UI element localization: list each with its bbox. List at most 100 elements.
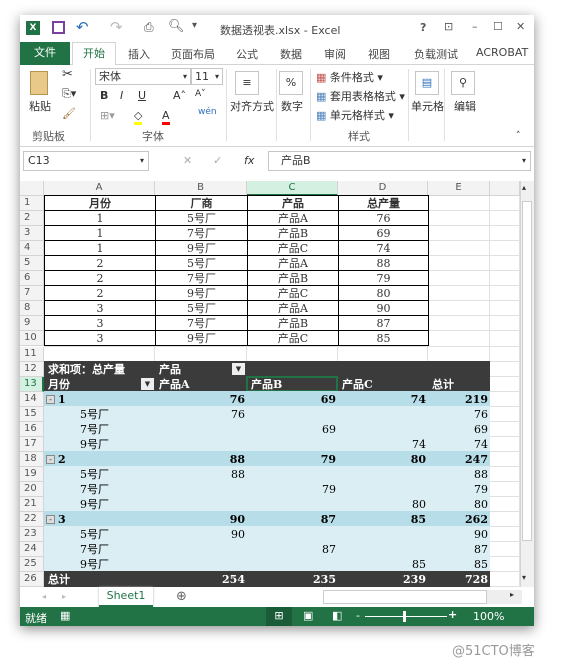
save-icon[interactable] <box>52 21 65 34</box>
pivot-value-cell[interactable]: 262 <box>428 512 490 527</box>
scroll-thumb[interactable] <box>522 201 532 541</box>
table-cell[interactable]: 7号厂 <box>155 225 248 242</box>
table-cell[interactable]: 2 <box>44 270 156 287</box>
enter-icon[interactable]: ✓ <box>213 154 222 167</box>
pivot-value-cell[interactable]: 74 <box>428 437 490 452</box>
scroll-up-icon[interactable]: ▴ <box>522 183 526 192</box>
copy-icon[interactable]: ⎘▾ <box>62 87 76 101</box>
table-cell[interactable]: 74 <box>338 240 429 257</box>
row-header-4[interactable]: 4 <box>20 241 44 257</box>
pivot-value-cell[interactable]: 254 <box>155 572 247 587</box>
name-box[interactable]: C13 ▾ <box>23 151 149 171</box>
row-header-9[interactable]: 9 <box>20 316 44 332</box>
spreadsheet-grid[interactable]: A B C D E 1 2 3 4 5 6 7 8 9 10 11 12 13 14 15 16 17 18 19 20 21 22… <box>20 181 520 587</box>
add-sheet-icon[interactable]: ⊕ <box>176 589 187 604</box>
pivot-value-cell[interactable]: 79 <box>428 482 490 497</box>
table-cell[interactable]: 1 <box>44 225 156 242</box>
font-name-select[interactable]: 宋体 ▾ <box>95 68 191 85</box>
pivot-value-cell[interactable]: 74 <box>338 437 428 452</box>
tab-data[interactable]: 数据 <box>280 46 302 62</box>
collapse-icon[interactable]: - <box>46 394 55 404</box>
pivot-value-cell[interactable]: 88 <box>428 467 490 482</box>
pivot-value-cell[interactable]: 79 <box>247 482 338 497</box>
row-header-15[interactable]: 15 <box>20 406 44 422</box>
undo-icon[interactable]: ↶ <box>76 18 89 36</box>
column-header-B[interactable]: B <box>155 181 247 196</box>
pivot-row-label[interactable]: 5号厂 <box>78 407 111 422</box>
ribbon-display-icon[interactable]: ⊡ <box>444 20 453 33</box>
row-header-10[interactable]: 10 <box>20 331 44 347</box>
table-cell[interactable]: 产品B <box>247 315 339 332</box>
table-cell[interactable]: 产品B <box>247 225 339 242</box>
increase-font-icon[interactable]: A˄ <box>173 89 186 102</box>
pivot-column-header[interactable]: 总计 <box>430 377 456 392</box>
page-break-view-icon[interactable]: ◧ <box>332 609 342 622</box>
borders-icon[interactable]: ⊞▾ <box>100 109 115 122</box>
table-cell[interactable]: 产品C <box>247 330 339 347</box>
table-cell[interactable]: 月份 <box>44 195 156 211</box>
pivot-row-label[interactable]: 9号厂 <box>78 437 111 452</box>
pivot-value-cell[interactable] <box>338 467 428 482</box>
pivot-row-label[interactable]: 5号厂 <box>78 527 111 542</box>
pivot-value-cell[interactable]: 239 <box>338 572 428 587</box>
row-header-25[interactable]: 25 <box>20 557 44 573</box>
table-cell[interactable]: 总产量 <box>338 195 429 211</box>
insert-function-button[interactable]: fx <box>244 154 254 167</box>
pivot-value-cell[interactable]: 76 <box>155 392 247 407</box>
table-cell[interactable]: 产品A <box>247 300 339 317</box>
font-color-icon[interactable]: A <box>162 109 170 125</box>
pivot-value-cell[interactable]: 235 <box>247 572 338 587</box>
pivot-value-cell[interactable]: 80 <box>428 497 490 512</box>
pivot-value-cell[interactable]: 80 <box>338 452 428 467</box>
collapse-icon[interactable]: - <box>46 454 55 464</box>
tab-insert[interactable]: 插入 <box>128 46 150 62</box>
table-cell[interactable]: 2 <box>44 285 156 302</box>
pivot-row-label[interactable]: 9号厂 <box>78 497 111 512</box>
table-cell[interactable]: 5号厂 <box>155 300 248 317</box>
pivot-value-cell[interactable]: 90 <box>428 527 490 542</box>
pivot-value-cell[interactable] <box>338 542 428 557</box>
row-header-21[interactable]: 21 <box>20 497 44 512</box>
row-header-20[interactable]: 20 <box>20 481 44 497</box>
row-header-11[interactable]: 11 <box>20 346 44 362</box>
cut-icon[interactable]: ✂ <box>62 67 73 82</box>
pivot-value-cell[interactable] <box>247 497 338 512</box>
format-painter-icon[interactable]: 🖌︎ <box>62 107 76 120</box>
pivot-row-label[interactable]: 2 <box>56 452 68 467</box>
pivot-row-label[interactable]: 1 <box>56 392 68 407</box>
pivot-value-cell[interactable]: 80 <box>338 497 428 512</box>
prev-sheet-icon[interactable]: ◂ <box>42 592 46 601</box>
paste-icon[interactable] <box>30 71 48 95</box>
column-header-E[interactable]: E <box>428 181 490 196</box>
collapse-ribbon-icon[interactable]: ˄ <box>516 131 521 141</box>
italic-button[interactable]: I <box>120 89 123 102</box>
pivot-value-cell[interactable] <box>155 542 247 557</box>
table-cell[interactable]: 80 <box>338 285 429 302</box>
tab-review[interactable]: 审阅 <box>324 46 346 62</box>
collapse-icon[interactable]: - <box>46 515 55 525</box>
pivot-row-label[interactable]: 总计 <box>46 572 72 587</box>
pivot-value-cell[interactable]: 90 <box>155 512 247 527</box>
pivot-value-cell[interactable] <box>247 467 338 482</box>
pivot-value-cell[interactable] <box>247 407 338 422</box>
percent-icon[interactable]: % <box>279 71 303 95</box>
table-cell[interactable]: 产品C <box>247 240 339 257</box>
pivot-value-cell[interactable]: 69 <box>428 422 490 437</box>
zoom-level[interactable]: 100% <box>473 610 504 623</box>
row-header-12[interactable]: 12 <box>20 361 44 377</box>
pivot-row-label[interactable]: 3 <box>56 512 68 527</box>
pivot-value-cell[interactable]: 69 <box>247 392 338 407</box>
row-filter-dropdown-icon[interactable]: ▼ <box>141 377 154 390</box>
row-header-1[interactable]: 1 <box>20 196 44 211</box>
pivot-value-cell[interactable]: 85 <box>428 557 490 572</box>
phonetic-icon[interactable]: wén <box>198 107 217 117</box>
zoom-out-button[interactable]: - <box>356 609 360 622</box>
font-size-select[interactable]: 11 ▾ <box>191 68 223 85</box>
pivot-value-cell[interactable]: 76 <box>155 407 247 422</box>
pivot-value-cell[interactable]: 247 <box>428 452 490 467</box>
number-button[interactable]: 数字 <box>281 98 303 114</box>
table-cell[interactable]: 产品A <box>247 210 339 227</box>
pivot-value-cell[interactable] <box>247 557 338 572</box>
table-cell[interactable]: 产品B <box>247 270 339 287</box>
align-icon[interactable]: ≡ <box>235 71 259 95</box>
